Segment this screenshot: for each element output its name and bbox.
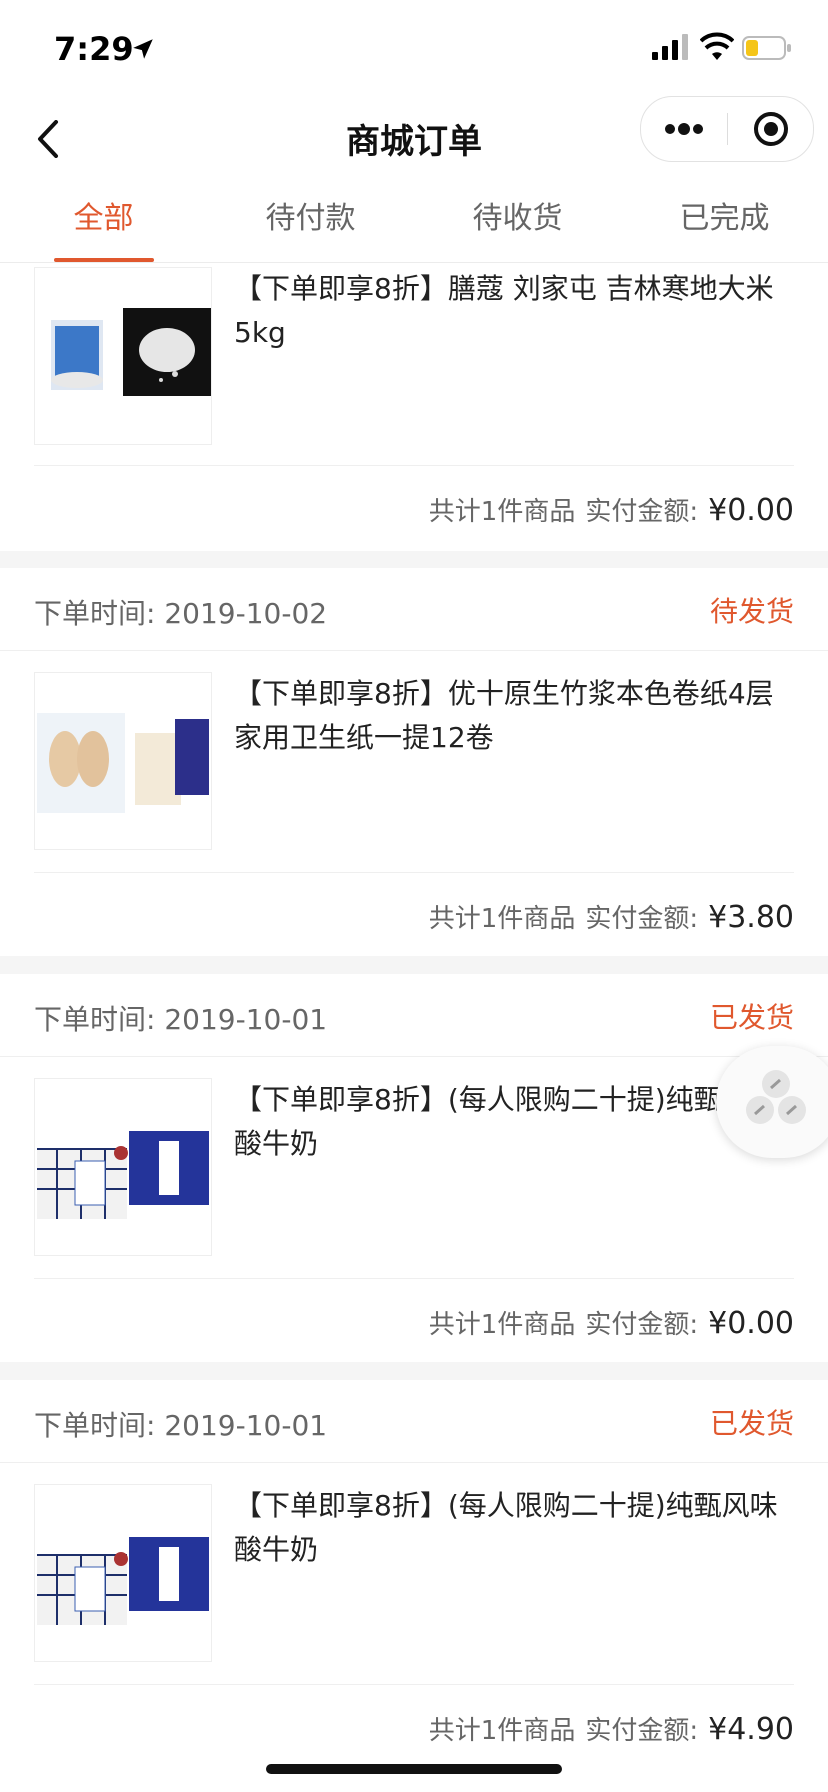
product-title: 【下单即享8折】优十原生竹浆本色卷纸4层家用卫生纸一提12卷 [234,677,774,754]
location-arrow-icon [133,39,153,59]
more-dots-icon [665,123,703,135]
paid-label: 实付金额: [585,904,699,934]
order-status: 已发货 [709,1407,794,1440]
share-link-icon [746,1070,806,1124]
divider [34,872,794,873]
close-target-icon [753,112,788,146]
paid-amount: ¥3.80 [708,900,794,935]
order-status: 已发货 [709,1001,794,1034]
order-card[interactable]: 下单时间: 2019-10-01 已发货 【下单即享8折】(每人限购二十提)纯甄… [0,1380,828,1792]
order-header: 下单时间: 2019-10-02 待发货 [0,568,828,651]
paid-amount: ¥0.00 [708,1306,794,1341]
home-indicator[interactable] [266,1764,562,1774]
order-product[interactable]: 【下单即享8折】优十原生竹浆本色卷纸4层家用卫生纸一提12卷 [0,650,828,870]
order-header: 下单时间: 2019-10-01 已发货 [0,974,828,1057]
tab-pending-receipt[interactable]: 待收货 [414,184,621,262]
product-image [34,267,212,445]
order-summary: 共计1件商品 实付金额: ¥3.80 [429,898,794,935]
order-card[interactable]: 【下单即享8折】膳蔻 刘家屯 吉林寒地大米5kg 共计1件商品 实付金额: ¥0… [0,263,828,551]
floating-share-button[interactable] [716,1046,828,1158]
paid-label: 实付金额: [585,1716,699,1746]
wifi-icon [700,32,734,60]
order-status: 待发货 [709,595,794,628]
product-title: 【下单即享8折】(每人限购二十提)纯甄风味酸牛奶 [234,1083,778,1160]
tab-active-indicator [54,258,154,262]
paid-amount: ¥0.00 [708,493,794,528]
item-count: 共计1件商品 [428,497,576,527]
order-header: 下单时间: 2019-10-01 已发货 [0,1380,828,1463]
paid-amount: ¥4.90 [708,1712,794,1747]
item-count: 共计1件商品 [428,1716,576,1746]
mini-program-capsule [640,96,814,162]
order-summary: 共计1件商品 实付金额: ¥4.90 [429,1710,794,1747]
order-product[interactable]: 【下单即享8折】膳蔻 刘家屯 吉林寒地大米5kg [0,263,828,465]
status-time: 7:29 [54,30,134,68]
status-bar: 7:29 [0,0,828,96]
paid-label: 实付金额: [585,497,699,527]
product-title: 【下单即享8折】膳蔻 刘家屯 吉林寒地大米5kg [234,272,774,349]
order-card[interactable]: 下单时间: 2019-10-02 待发货 【下单即享8折】优十原生竹浆本色卷纸4… [0,568,828,956]
product-image [34,1078,212,1256]
product-title: 【下单即享8折】(每人限购二十提)纯甄风味酸牛奶 [234,1489,778,1566]
divider [34,1278,794,1279]
order-time: 下单时间: 2019-10-02 [34,597,328,630]
product-image [34,672,212,850]
item-count: 共计1件商品 [428,1310,576,1340]
tab-pending-payment[interactable]: 待付款 [207,184,414,262]
order-time: 下单时间: 2019-10-01 [34,1003,328,1036]
order-time: 下单时间: 2019-10-01 [34,1409,328,1442]
tab-completed[interactable]: 已完成 [621,184,828,262]
order-summary: 共计1件商品 实付金额: ¥0.00 [429,1304,794,1341]
order-card[interactable]: 下单时间: 2019-10-01 已发货 【下单即享8折】(每人限购二十提)纯甄… [0,974,828,1362]
signal-icon [652,34,688,60]
order-product[interactable]: 【下单即享8折】(每人限购二十提)纯甄风味酸牛奶 [0,1056,828,1276]
divider [34,465,794,466]
order-summary: 共计1件商品 实付金额: ¥0.00 [429,491,794,528]
order-product[interactable]: 【下单即享8折】(每人限购二十提)纯甄风味酸牛奶 [0,1462,828,1682]
more-button[interactable] [641,97,727,161]
nav-bar: 商城订单 [0,96,828,184]
tab-all[interactable]: 全部 [0,184,207,262]
order-tabs: 全部 待付款 待收货 已完成 [0,184,828,263]
paid-label: 实付金额: [585,1310,699,1340]
product-image [34,1484,212,1662]
close-button[interactable] [728,97,813,161]
item-count: 共计1件商品 [428,904,576,934]
battery-icon [742,36,791,60]
divider [34,1684,794,1685]
